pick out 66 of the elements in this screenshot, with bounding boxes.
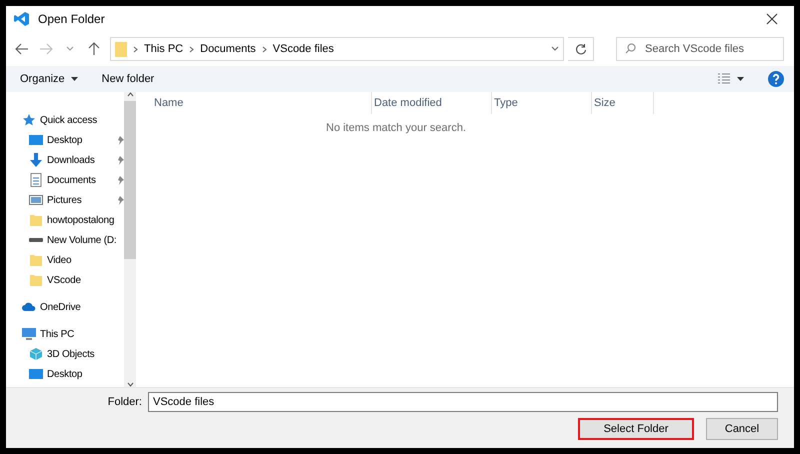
computer-icon — [22, 327, 36, 341]
scrollbar-thumb[interactable] — [124, 101, 136, 259]
star-icon — [22, 113, 36, 127]
nav-item[interactable]: Documents — [6, 170, 124, 190]
nav-item[interactable]: Pictures — [6, 190, 124, 210]
nav-item[interactable]: New Volume (D: — [6, 230, 124, 250]
list-view-icon — [717, 73, 731, 85]
scrollbar[interactable] — [124, 92, 136, 387]
dialog-button[interactable]: Cancel — [706, 418, 778, 440]
nav-item[interactable]: This PC — [6, 324, 124, 344]
up-arrow-icon — [88, 42, 100, 56]
breadcrumb[interactable]: VScode files — [272, 43, 334, 55]
column-header[interactable]: Size — [592, 92, 654, 114]
monitor-icon — [29, 367, 43, 381]
nav-item[interactable]: Downloads — [6, 150, 124, 170]
chevron-icon — [189, 46, 194, 52]
cloud-icon — [22, 300, 36, 314]
breadcrumb[interactable]: Documents — [200, 43, 256, 55]
folder-input[interactable]: VScode files — [148, 392, 778, 412]
organize-menu[interactable]: Organize — [20, 73, 78, 85]
folder-icon — [29, 253, 43, 267]
nav-item[interactable]: Desktop — [6, 130, 124, 150]
search-icon — [625, 43, 636, 54]
window-title: Open Folder — [38, 12, 106, 26]
down-arrow-icon — [29, 153, 43, 167]
scroll-up-icon[interactable] — [126, 92, 134, 97]
chevron-down-icon — [66, 46, 74, 52]
drive-icon — [29, 238, 43, 242]
address-bar[interactable]: This PC Documents VScode files — [110, 37, 564, 61]
new-folder-button[interactable]: New folder — [102, 73, 154, 85]
refresh-icon — [574, 43, 586, 55]
nav-item[interactable]: howtopostalong — [6, 210, 124, 230]
caret-icon — [737, 77, 744, 81]
nav-item[interactable]: Quick access — [6, 110, 124, 130]
chevron-icon — [133, 46, 138, 52]
scroll-down-icon[interactable] — [126, 382, 134, 387]
nav-item[interactable]: 3D Objects — [6, 344, 124, 364]
picture-icon — [29, 193, 43, 207]
column-header[interactable]: Date modified — [372, 92, 492, 114]
chevron-icon — [262, 46, 267, 52]
folder-label: Folder: — [108, 396, 142, 408]
column-header[interactable]: Type — [492, 92, 592, 114]
close-icon — [766, 13, 778, 25]
dialog-button[interactable]: Select Folder — [578, 418, 694, 440]
view-options-button[interactable] — [717, 73, 744, 85]
nav-item[interactable]: Video — [6, 250, 124, 270]
empty-message: No items match your search. — [325, 122, 467, 134]
breadcrumb[interactable]: This PC — [144, 43, 184, 55]
left-arrow-icon — [15, 43, 29, 55]
nav-item[interactable]: Desktop — [6, 364, 124, 384]
refresh-button[interactable] — [568, 37, 594, 61]
dropdown-icon — [551, 46, 559, 52]
folder-icon — [115, 42, 127, 56]
folder-icon — [29, 213, 43, 227]
search-field[interactable]: Search VScode files — [616, 37, 784, 61]
folder-icon — [29, 273, 43, 287]
app-logo-icon — [14, 11, 30, 27]
nav-item[interactable]: OneDrive — [6, 297, 124, 317]
help-icon[interactable] — [768, 71, 784, 87]
right-arrow-icon — [39, 43, 53, 55]
document-icon — [29, 173, 43, 187]
cube-icon — [29, 347, 43, 361]
nav-item[interactable]: VScode — [6, 270, 124, 290]
caret-icon — [70, 77, 78, 81]
column-header[interactable]: Name — [152, 92, 372, 114]
monitor-icon — [29, 133, 43, 147]
